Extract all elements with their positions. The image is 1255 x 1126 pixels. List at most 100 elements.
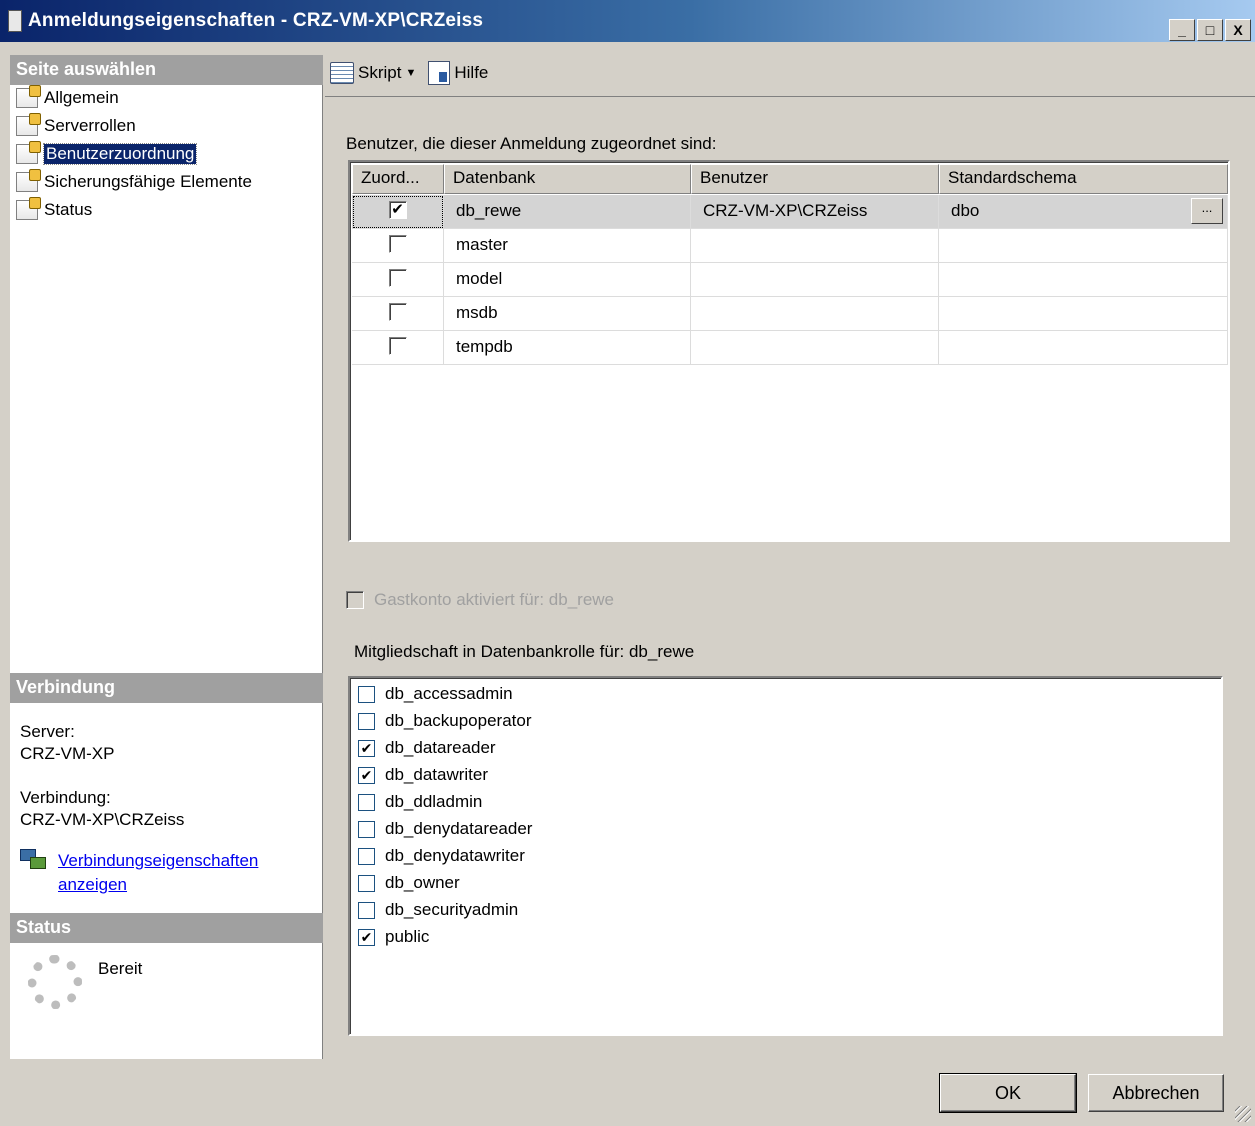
role-checkbox[interactable]: ✔ [358,739,375,757]
role-checkbox[interactable] [358,793,375,811]
column-header-database[interactable]: Datenbank [444,164,691,194]
user-mapping-grid[interactable]: Zuord... Datenbank Benutzer Standardsche… [348,160,1230,542]
list-item[interactable]: db_ddladmin [358,789,482,815]
map-checkbox[interactable]: ✔ [388,201,407,219]
list-item[interactable]: db_backupoperator [358,708,532,734]
table-row[interactable]: ✔ db_rewe CRZ-VM-XP\CRZeiss dbo ... [352,195,1228,229]
toolbar-divider [325,96,1255,97]
list-item[interactable]: db_denydatawriter [358,843,525,869]
resize-grip-icon[interactable] [1235,1106,1251,1122]
role-checkbox[interactable]: ✔ [358,766,375,784]
map-checkbox[interactable] [388,235,407,253]
role-checkbox[interactable]: ✔ [358,928,375,946]
list-item[interactable]: db_owner [358,870,460,896]
login-properties-dialog: Anmeldungseigenschaften - CRZ-VM-XP\CRZe… [0,0,1255,1126]
nav-item-label: Status [44,200,93,219]
nav-item-user-mapping[interactable]: Benutzerzuordnung [16,141,198,167]
role-membership-label: Mitgliedschaft in Datenbankrolle für: db… [354,642,695,661]
list-item[interactable]: db_denydatareader [358,816,532,842]
schema-cell[interactable]: dbo ... [939,195,1228,229]
map-cell [352,297,444,331]
users-mapped-label: Benutzer, die dieser Anmeldung zugeordne… [346,134,717,153]
connection-label: Verbindung: [20,788,111,807]
database-cell: master [444,229,691,263]
role-checkbox[interactable] [358,712,375,730]
role-label: public [385,927,430,946]
user-cell[interactable] [691,297,939,331]
user-cell[interactable]: CRZ-VM-XP\CRZeiss [691,195,939,229]
maximize-button[interactable]: □ [1197,19,1223,41]
table-row[interactable]: msdb [352,297,1228,331]
schema-cell[interactable] [939,331,1228,365]
column-header-map[interactable]: Zuord... [352,164,444,194]
map-checkbox[interactable] [388,303,407,321]
schema-value: dbo [951,201,980,220]
list-item[interactable]: db_securityadmin [358,897,518,923]
list-item[interactable]: ✔ db_datareader [358,735,496,761]
table-row[interactable]: model [352,263,1228,297]
map-cell [352,263,444,297]
nav-item-securables[interactable]: Sicherungsfähige Elemente [16,169,252,195]
list-item[interactable]: db_accessadmin [358,681,513,707]
minimize-button[interactable]: _ [1169,19,1195,41]
grid-header: Zuord... Datenbank Benutzer Standardsche… [352,164,1228,194]
link-text[interactable]: Verbindungseigenschaften anzeigen [58,849,298,897]
role-checkbox[interactable] [358,874,375,892]
role-checkbox[interactable] [358,820,375,838]
guest-checkbox [346,591,364,609]
help-button[interactable]: Hilfe [428,61,488,85]
map-cell [352,331,444,365]
map-cell: ✔ [352,195,444,229]
guest-account-checkbox: Gastkonto aktiviert für: db_rewe [346,590,614,610]
left-pane: Seite auswählen Allgemein Serverrollen B… [10,55,323,1059]
link-line-2[interactable]: anzeigen [58,875,127,894]
window-controls: _ □ X [1169,19,1251,41]
role-label: db_denydatareader [385,819,533,838]
cancel-button[interactable]: Abbrechen [1088,1074,1224,1112]
table-row[interactable]: tempdb [352,331,1228,365]
nav-item-label: Serverrollen [44,116,136,135]
list-item[interactable]: ✔ db_datawriter [358,762,488,788]
close-button[interactable]: X [1225,19,1251,41]
role-checkbox[interactable] [358,901,375,919]
script-label: Skript [358,63,402,82]
user-cell[interactable] [691,331,939,365]
role-checkbox[interactable] [358,685,375,703]
nav-item-general[interactable]: Allgemein [16,85,119,111]
user-cell[interactable] [691,229,939,263]
database-cell: tempdb [444,331,691,365]
view-connection-properties-link[interactable]: Verbindungseigenschaften anzeigen [20,849,298,897]
script-button[interactable]: Skript ▼ [330,62,422,84]
nav-item-status[interactable]: Status [16,197,92,223]
schema-cell[interactable] [939,229,1228,263]
window-icon [8,10,22,32]
browse-schema-button[interactable]: ... [1191,198,1223,224]
column-header-default-schema[interactable]: Standardschema [939,164,1228,194]
column-header-user[interactable]: Benutzer [691,164,939,194]
help-label: Hilfe [454,63,489,82]
title-bar[interactable]: Anmeldungseigenschaften - CRZ-VM-XP\CRZe… [0,0,1255,42]
page-icon [16,85,41,108]
ok-button[interactable]: OK [939,1073,1077,1113]
schema-cell[interactable] [939,263,1228,297]
map-cell [352,229,444,263]
map-checkbox[interactable] [388,269,407,287]
window-title: Anmeldungseigenschaften - CRZ-VM-XP\CRZe… [28,10,484,31]
link-line-1[interactable]: Verbindungseigenschaften [58,851,258,870]
page-icon [16,197,41,220]
schema-cell[interactable] [939,297,1228,331]
server-value: CRZ-VM-XP [20,744,115,763]
list-item[interactable]: ✔ public [358,924,429,950]
role-checkbox[interactable] [358,847,375,865]
dropdown-arrow-icon[interactable]: ▼ [405,67,416,79]
network-icon [20,849,46,873]
nav-item-server-roles[interactable]: Serverrollen [16,113,136,139]
role-label: db_accessadmin [385,684,513,703]
nav-item-label: Allgemein [44,88,119,107]
table-row[interactable]: master [352,229,1228,263]
user-cell[interactable] [691,263,939,297]
role-membership-list[interactable]: db_accessadmin db_backupoperator ✔ db_da… [348,676,1223,1036]
connection-value: CRZ-VM-XP\CRZeiss [20,810,185,829]
database-cell: msdb [444,297,691,331]
map-checkbox[interactable] [388,337,407,355]
